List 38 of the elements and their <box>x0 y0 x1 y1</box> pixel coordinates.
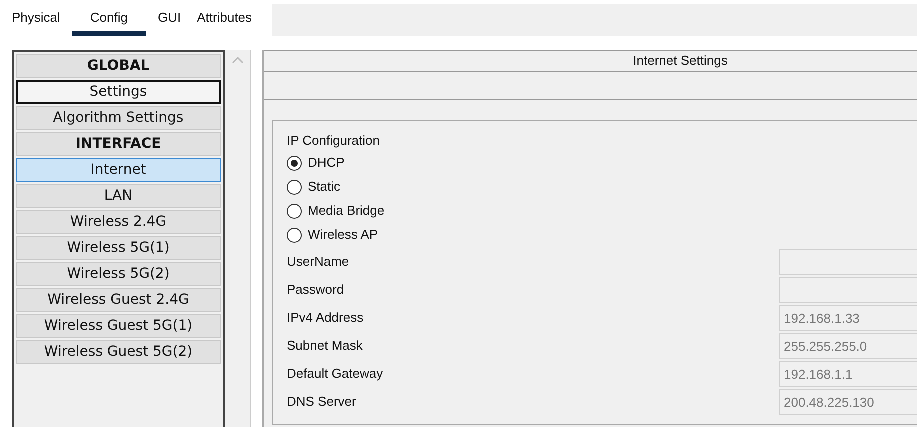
field-label: Subnet Mask <box>287 337 364 356</box>
sidebar-item[interactable]: Wireless Guest 5G(2) <box>16 340 221 364</box>
sidebar-item[interactable]: Wireless 5G(2) <box>16 262 221 286</box>
sidebar-item[interactable]: Wireless Guest 2.4G <box>16 288 221 312</box>
scrollbar[interactable] <box>225 50 251 427</box>
input-field[interactable] <box>779 249 917 275</box>
field-label: DNS Server <box>287 393 358 412</box>
input-field[interactable]: 255.255.255.0 <box>779 333 917 359</box>
sidebar-item[interactable]: Wireless 5G(1) <box>16 236 221 260</box>
sidebar-item[interactable]: Settings <box>16 80 221 104</box>
field-label: Password <box>287 281 346 300</box>
section-header: INTERFACE <box>16 132 221 156</box>
radio-button[interactable] <box>287 228 302 242</box>
radio-option[interactable]: Media Bridge <box>287 199 917 223</box>
sidebar-item[interactable]: Wireless 2.4G <box>16 210 221 234</box>
sidebar-item[interactable]: LAN <box>16 184 221 208</box>
input-field[interactable]: 200.48.225.130 <box>779 389 917 415</box>
tab[interactable]: GUI <box>150 4 190 36</box>
field-label: Default Gateway <box>287 365 384 384</box>
tab[interactable]: Physical <box>4 4 68 36</box>
input-field[interactable]: 192.168.1.1 <box>779 361 917 387</box>
input-field[interactable]: 192.168.1.33 <box>779 305 917 331</box>
sidebar-item[interactable]: Internet <box>16 158 221 182</box>
radio-option[interactable]: DHCP <box>287 151 917 175</box>
field-label: IPv4 Address <box>287 309 365 328</box>
field-label: UserName <box>287 253 350 272</box>
radio-button[interactable] <box>287 180 302 194</box>
radio-button[interactable] <box>287 204 302 218</box>
sidebar-item[interactable]: Wireless Guest 5G(1) <box>16 314 221 338</box>
radio-button[interactable] <box>287 156 302 170</box>
radio-option[interactable]: Wireless AP <box>287 223 917 247</box>
radio-option[interactable]: Static <box>287 175 917 199</box>
tab[interactable]: Attributes <box>189 4 260 36</box>
panel-title: Internet Settings <box>633 52 728 70</box>
sidebar-item[interactable]: Algorithm Settings <box>16 106 221 130</box>
group-title: IP Configuration <box>287 132 381 150</box>
section-header: GLOBAL <box>16 54 221 78</box>
input-field[interactable] <box>779 277 917 303</box>
